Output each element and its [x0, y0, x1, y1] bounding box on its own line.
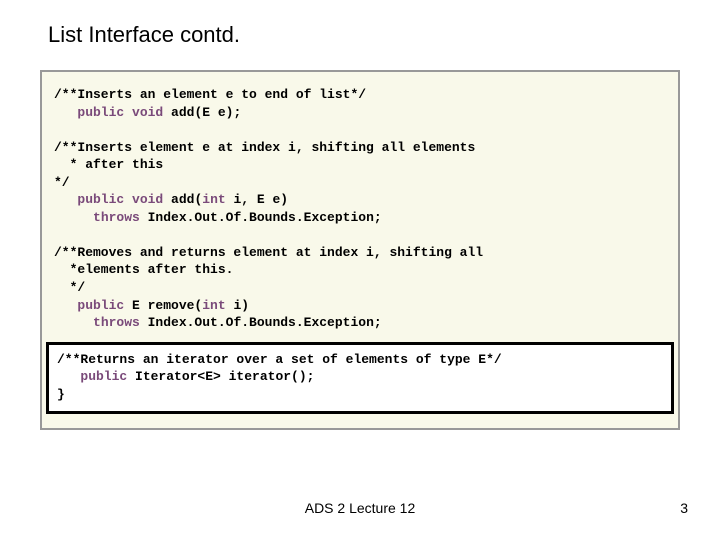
code-line: [54, 226, 666, 244]
highlighted-code-box: /**Returns an iterator over a set of ele…: [46, 342, 674, 415]
footer-text: ADS 2 Lecture 12: [0, 500, 720, 516]
code-line: public Iterator<E> iterator();: [57, 368, 663, 386]
code-line: /**Returns an iterator over a set of ele…: [57, 351, 663, 369]
code-line: throws Index.Out.Of.Bounds.Exception;: [54, 209, 666, 227]
code-line: */: [54, 279, 666, 297]
slide-title: List Interface contd.: [48, 22, 240, 48]
code-line: /**Removes and returns element at index …: [54, 244, 666, 262]
code-line: * after this: [54, 156, 666, 174]
code-block: /**Inserts an element e to end of list*/…: [40, 70, 680, 430]
code-line: }: [57, 386, 663, 404]
code-line: public void add(int i, E e): [54, 191, 666, 209]
code-line: throws Index.Out.Of.Bounds.Exception;: [54, 314, 666, 332]
code-line: *elements after this.: [54, 261, 666, 279]
page-number: 3: [680, 500, 688, 516]
code-line: public void add(E e);: [54, 104, 666, 122]
code-line: public E remove(int i): [54, 297, 666, 315]
code-line: /**Inserts element e at index i, shiftin…: [54, 139, 666, 157]
code-line: /**Inserts an element e to end of list*/: [54, 86, 666, 104]
code-line: [54, 121, 666, 139]
code-line: */: [54, 174, 666, 192]
